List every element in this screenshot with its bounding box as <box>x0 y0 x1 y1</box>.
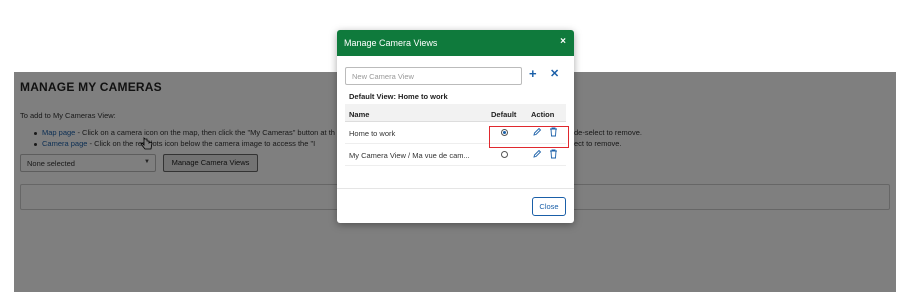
column-name: Name <box>349 110 370 119</box>
modal-divider <box>337 188 574 189</box>
column-action: Action <box>531 110 555 119</box>
red-highlight-box <box>489 126 569 148</box>
view-name: Home to work <box>349 129 396 138</box>
cancel-icon[interactable]: ✕ <box>550 67 559 80</box>
modal-title: Manage Camera Views <box>344 38 438 48</box>
add-icon[interactable]: + <box>529 66 537 81</box>
view-name: My Camera View / Ma vue de cam... <box>349 151 470 160</box>
manage-camera-views-modal: Manage Camera Views × New Camera View + … <box>337 30 574 223</box>
default-radio[interactable] <box>501 151 508 158</box>
new-camera-view-input[interactable]: New Camera View <box>345 67 522 85</box>
default-view-label: Default View: Home to work <box>349 92 448 101</box>
screen: MANAGE MY CAMERAS To add to My Cameras V… <box>0 0 908 307</box>
column-default: Default <box>491 110 517 119</box>
modal-close-icon[interactable]: × <box>560 36 566 47</box>
modal-header: Manage Camera Views × <box>337 30 574 56</box>
pencil-icon[interactable] <box>532 149 542 159</box>
close-button[interactable]: Close <box>532 197 566 216</box>
table-header: Name Default Action <box>345 104 566 122</box>
trash-icon[interactable] <box>549 149 558 159</box>
